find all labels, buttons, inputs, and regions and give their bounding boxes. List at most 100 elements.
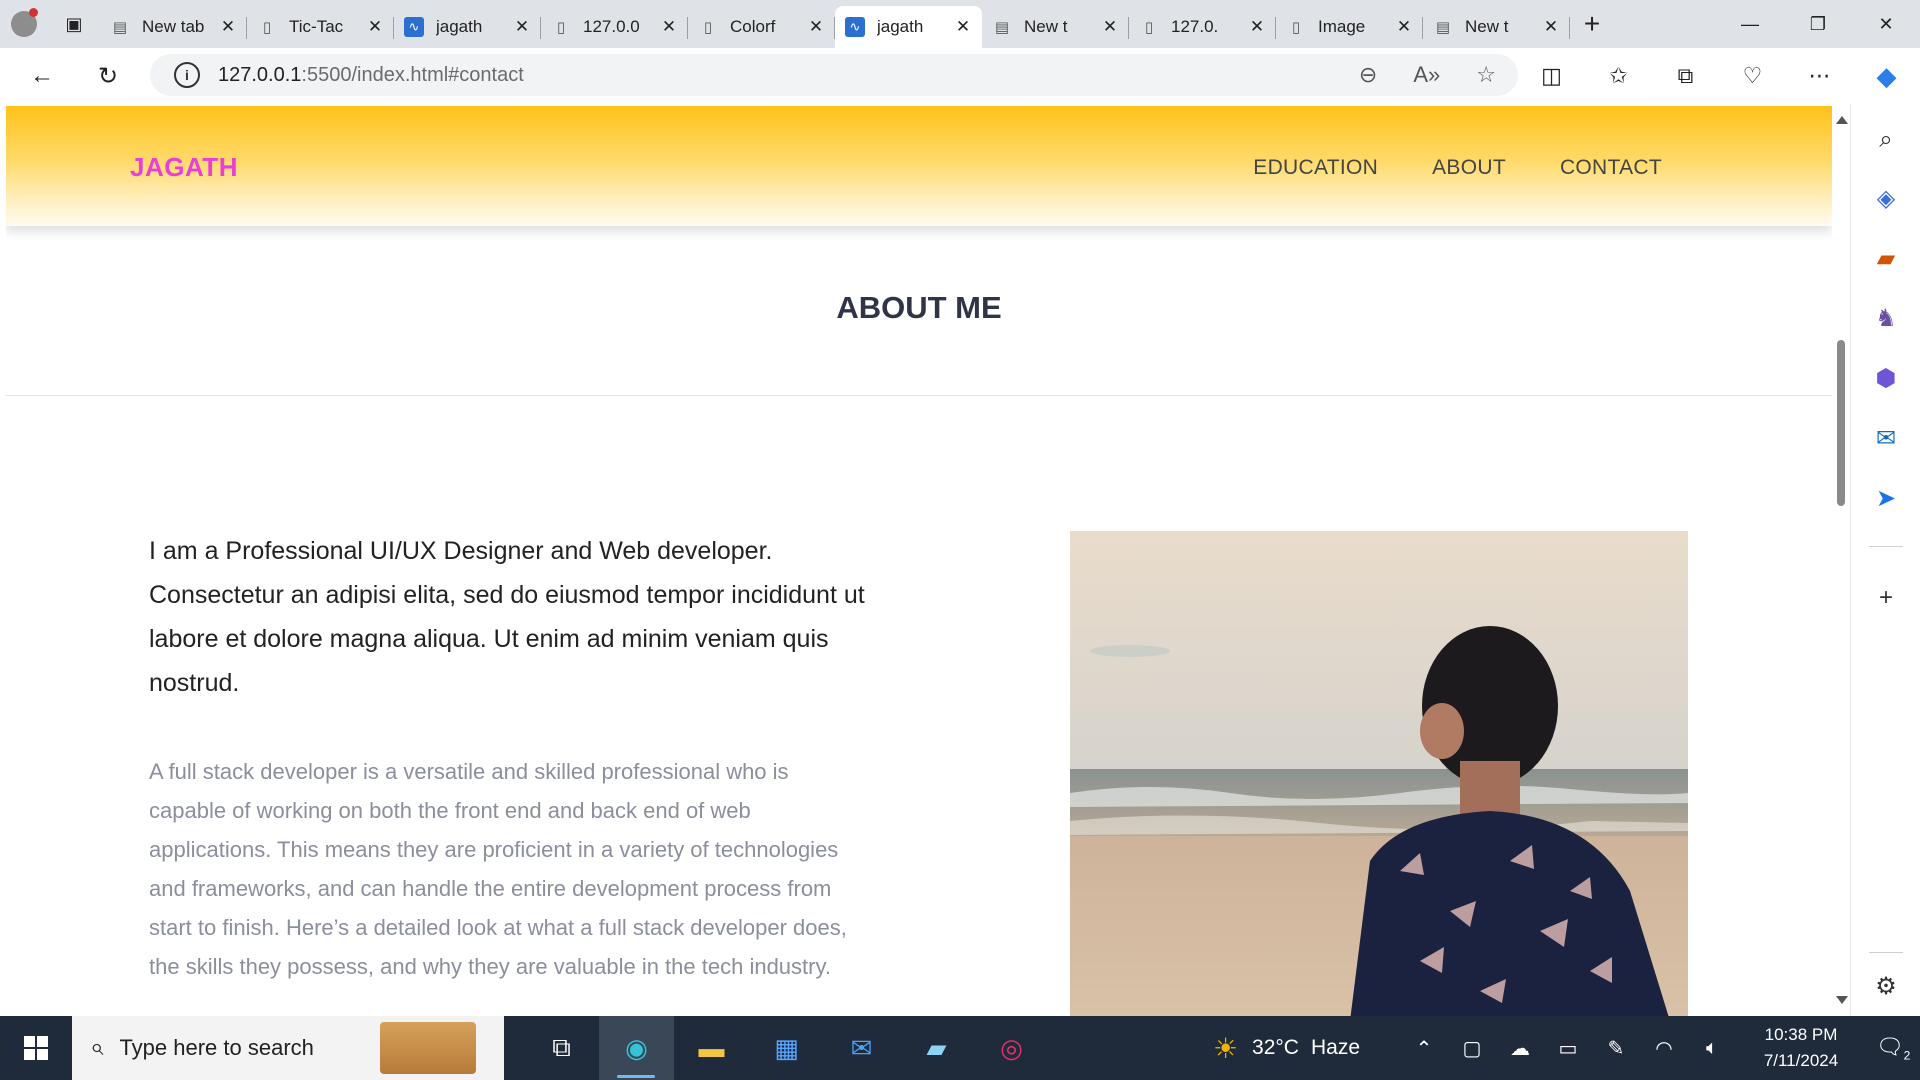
url-text[interactable]: 127.0.0.1:5500/index.html#contact [218, 64, 524, 87]
copilot-apps-icon[interactable]: ⬢ [1851, 356, 1920, 400]
onedrive-icon[interactable]: ☁ [1496, 1036, 1544, 1061]
tab-label: 127.0.0 [583, 17, 640, 36]
taskbar-search[interactable]: ⌕ Type here to search [72, 1016, 504, 1080]
tab-actions-icon[interactable]: ▣ [48, 0, 100, 48]
tab-8[interactable]: ▯ Image ✕ [1276, 9, 1423, 45]
read-aloud-icon[interactable]: A» [1413, 62, 1440, 88]
chevron-up-icon[interactable]: ⌃ [1400, 1036, 1448, 1061]
azure-data-studio-icon[interactable]: ▰ [899, 1016, 974, 1080]
volume-icon[interactable]: 🔈︎ [1688, 1037, 1736, 1060]
nav-contact-link[interactable]: CONTACT [1560, 156, 1662, 180]
browser-toolbar: ← ↻ i 127.0.0.1:5500/index.html#contact … [0, 48, 1920, 104]
tab-9[interactable]: ▤ New t ✕ [1423, 9, 1570, 45]
more-menu-icon[interactable]: ⋯ [1786, 48, 1853, 104]
tab-7[interactable]: ▯ 127.0. ✕ [1129, 9, 1276, 45]
tab-label: jagath [877, 17, 924, 36]
task-view-icon[interactable]: ⧉ [524, 1016, 599, 1080]
site-nav: EDUCATION ABOUT CONTACT [1253, 156, 1662, 180]
minimize-icon[interactable]: — [1716, 0, 1784, 48]
add-icon[interactable]: + [1851, 576, 1920, 620]
page-icon: ▯ [1144, 19, 1154, 36]
tab-label: New t [1465, 17, 1509, 36]
tab-2[interactable]: ∿ jagath ✕ [394, 9, 541, 45]
back-icon[interactable]: ← [14, 48, 70, 104]
close-icon[interactable]: ✕ [660, 17, 678, 37]
close-icon[interactable]: ✕ [807, 17, 825, 37]
tab-6[interactable]: ▤ New t ✕ [982, 9, 1129, 45]
close-icon[interactable]: ✕ [1395, 17, 1413, 37]
tab-strip: ▣ ▤ New tab ✕ ▯ Tic-Tac ✕ ∿ jagath ✕ ▯ 1… [0, 0, 1920, 48]
refresh-icon[interactable]: ↻ [80, 48, 136, 104]
close-window-icon[interactable]: ✕ [1852, 0, 1920, 48]
wifi-icon[interactable]: ◠ [1640, 1036, 1688, 1061]
tab-label: Colorf [730, 17, 776, 36]
close-icon[interactable]: ✕ [1248, 17, 1266, 37]
address-bar[interactable]: i 127.0.0.1:5500/index.html#contact ⊖ A»… [150, 54, 1518, 96]
system-tray: ☀ 32°C Haze ⌃ ▢ ☁ ▭ ✎ ◠ 🔈︎ 10:38 PM 7/11… [1213, 1016, 1920, 1080]
newtab-icon: ▤ [1435, 19, 1451, 36]
collections-icon[interactable]: ⧉ [1652, 48, 1719, 104]
windows-taskbar: ⌕ Type here to search ⧉ ◉ ▬ ▦ ✉ ▰ ◎ ☀ 32… [0, 1016, 1920, 1080]
tab-0[interactable]: ▤ New tab ✕ [100, 9, 247, 45]
start-button[interactable] [0, 1016, 72, 1080]
close-icon[interactable]: ✕ [1101, 17, 1119, 37]
tab-1[interactable]: ▯ Tic-Tac ✕ [247, 9, 394, 45]
mail-icon[interactable]: ✉ [824, 1016, 899, 1080]
tab-label: New tab [142, 17, 205, 36]
favorites-icon[interactable]: ✩ [1585, 48, 1652, 104]
split-screen-icon[interactable]: ◫ [1518, 48, 1585, 104]
microsoft-store-icon[interactable]: ▦ [749, 1016, 824, 1080]
weather-widget[interactable]: ☀ 32°C Haze [1213, 1032, 1360, 1065]
edge-app-icon[interactable]: ◉ [599, 1016, 674, 1080]
tab-5-active[interactable]: ∿ jagath ✕ [835, 6, 982, 48]
close-icon[interactable]: ✕ [1542, 17, 1560, 37]
battery-icon[interactable]: ▭ [1544, 1036, 1592, 1061]
profile-button[interactable] [0, 0, 48, 48]
close-icon[interactable]: ✕ [513, 17, 531, 37]
scrollbar-thumb[interactable] [1837, 340, 1845, 506]
browser-essentials-icon[interactable]: ♡ [1719, 48, 1786, 104]
site-info-icon[interactable]: i [174, 62, 200, 88]
windows-logo-icon [24, 1036, 48, 1060]
settings-gear-icon[interactable]: ⚙ [1851, 964, 1920, 1008]
nav-about-link[interactable]: ABOUT [1432, 156, 1506, 180]
site-icon: ∿ [845, 17, 865, 37]
sidebar-divider [1869, 546, 1903, 547]
page-icon: ▯ [703, 19, 713, 36]
file-explorer-icon[interactable]: ▬ [674, 1016, 749, 1080]
page-viewport: JAGATH EDUCATION ABOUT CONTACT ABOUT ME … [6, 104, 1832, 1016]
close-icon[interactable]: ✕ [219, 17, 237, 37]
tab-4[interactable]: ▯ Colorf ✕ [688, 9, 835, 45]
outlook-icon[interactable]: ✉ [1851, 416, 1920, 460]
url-path: :5500/index.html#contact [301, 63, 524, 86]
restore-icon[interactable]: ❐ [1784, 0, 1852, 48]
close-icon[interactable]: ✕ [366, 17, 384, 37]
pen-workspace-icon[interactable]: ✎ [1592, 1036, 1640, 1061]
new-tab-button[interactable]: + [1570, 0, 1614, 48]
window-controls: — ❐ ✕ [1716, 0, 1920, 48]
search-highlight-image [380, 1022, 476, 1074]
weather-temp: 32°C [1252, 1036, 1299, 1059]
copilot-icon[interactable]: ◆ [1853, 48, 1920, 104]
shopping-tag-icon[interactable]: ◈ [1851, 176, 1920, 220]
notifications-icon[interactable]: 🗨︎2 [1866, 1034, 1920, 1062]
close-icon[interactable]: ✕ [954, 17, 972, 37]
send-icon[interactable]: ➤ [1851, 476, 1920, 520]
site-logo[interactable]: JAGATH [130, 152, 238, 183]
games-icon[interactable]: ♞ [1851, 296, 1920, 340]
nav-education-link[interactable]: EDUCATION [1253, 156, 1378, 180]
scroll-down-icon[interactable] [1836, 996, 1848, 1004]
scroll-up-icon[interactable] [1836, 116, 1848, 124]
zoom-out-icon[interactable]: ⊖ [1359, 62, 1377, 88]
taskbar-clock[interactable]: 10:38 PM 7/11/2024 [1736, 1022, 1866, 1074]
instagram-icon[interactable]: ◎ [974, 1016, 1049, 1080]
search-icon[interactable]: ⌕ [1851, 118, 1920, 162]
notification-count: 2 [1903, 1048, 1911, 1063]
newtab-icon: ▤ [994, 19, 1010, 36]
favorite-star-icon[interactable]: ☆ [1476, 62, 1496, 88]
page-scrollbar[interactable] [1832, 104, 1850, 1016]
tab-3[interactable]: ▯ 127.0.0 ✕ [541, 9, 688, 45]
tools-briefcase-icon[interactable]: ▰ [1851, 236, 1920, 280]
meet-now-icon[interactable]: ▢ [1448, 1036, 1496, 1061]
section-title: ABOUT ME [836, 290, 1002, 325]
